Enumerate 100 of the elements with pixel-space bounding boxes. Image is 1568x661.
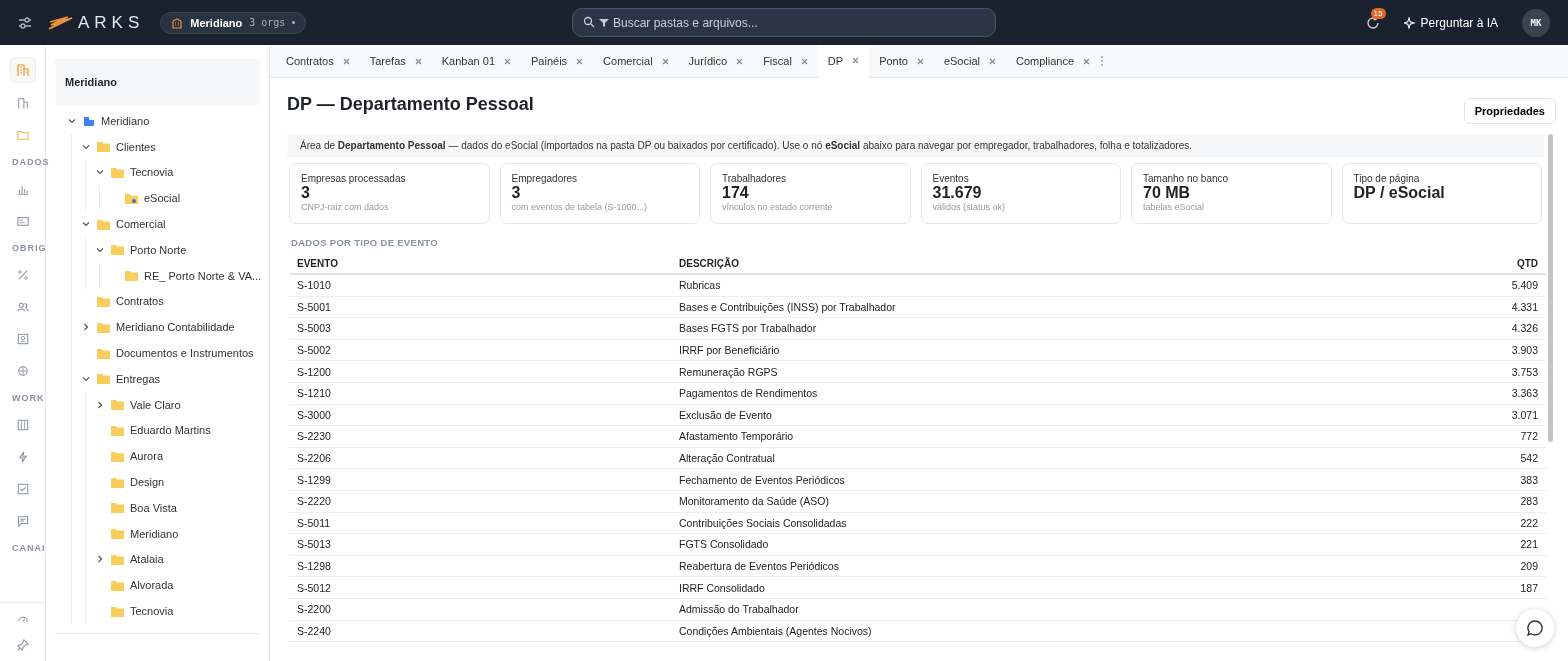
users-icon[interactable]: [16, 301, 29, 313]
tree-item[interactable]: Design: [130, 476, 165, 489]
chevron-icon[interactable]: [81, 322, 91, 333]
table-cell: S-5013: [297, 538, 331, 551]
stat-note: válidos (status ok): [932, 202, 1007, 212]
tree-item[interactable]: Alvorada: [130, 579, 174, 592]
table-cell: S-1210: [297, 387, 331, 400]
chat-button[interactable]: [1516, 609, 1554, 647]
network-icon[interactable]: [16, 365, 29, 377]
close-icon[interactable]: [342, 57, 350, 65]
tree-item[interactable]: Contratos: [116, 295, 164, 308]
table-cell: S-2230: [297, 430, 331, 443]
table-cell: S-1299: [297, 473, 331, 486]
tab[interactable]: Compliance: [1005, 45, 1101, 77]
tree-item[interactable]: Entregas: [116, 372, 161, 385]
tab[interactable]: Contratos: [276, 45, 360, 77]
tab[interactable]: Comercial: [593, 45, 679, 77]
org-switcher[interactable]: Meridiano 3 orgs: [160, 11, 307, 34]
close-icon[interactable]: [414, 57, 422, 65]
stat-label: Trabalhadores: [722, 173, 788, 184]
folder-icon[interactable]: [16, 129, 29, 141]
stat-note: tabelas eSocial: [1143, 202, 1206, 212]
tree-item[interactable]: Meridiano: [130, 527, 179, 540]
table-cell: S-5003: [297, 322, 331, 335]
tree-item[interactable]: Tecnovia: [130, 166, 174, 179]
tree-item[interactable]: Aurora: [130, 450, 164, 463]
stat-note: com eventos de tabela (S-1000...): [511, 202, 649, 212]
table-cell: Pagamentos de Rendimentos: [679, 387, 818, 400]
properties-button[interactable]: Propriedades: [1463, 98, 1556, 124]
tree-item[interactable]: Documentos e Instrumentos: [116, 347, 254, 360]
stat-value: 3: [511, 184, 522, 202]
tree-item[interactable]: Meridiano Contabilidade: [116, 321, 235, 334]
table-cell: Monitoramento da Saúde (ASO): [679, 495, 829, 508]
table-cell: Remuneração RGPS: [679, 365, 778, 378]
user-avatar[interactable]: MK: [1522, 8, 1550, 37]
folder-icon: [97, 373, 110, 385]
tree-item[interactable]: Atalaia: [130, 553, 164, 566]
close-icon[interactable]: [661, 57, 669, 65]
table-cell: S-2206: [297, 452, 331, 465]
building-icon[interactable]: [16, 97, 29, 109]
tree-item[interactable]: Eduardo Martins: [130, 424, 211, 437]
refresh-icon[interactable]: [1365, 15, 1380, 30]
tree-item[interactable]: Meridiano: [101, 114, 150, 127]
folder-icon: [111, 605, 124, 617]
table-cell: 3.071: [1511, 408, 1538, 421]
folder-icon: [111, 553, 124, 565]
stat-note: CNPJ-raiz com dados: [301, 202, 390, 212]
folder-icon: [125, 192, 138, 204]
tree-item[interactable]: Vale Claro: [130, 398, 181, 411]
tree-item[interactable]: Boa Vista: [130, 501, 177, 514]
chart-icon[interactable]: [16, 183, 29, 195]
close-icon[interactable]: [852, 57, 860, 64]
percent-icon[interactable]: [16, 269, 29, 281]
tree-item[interactable]: RE_ Porto Norte & VA...: [144, 269, 260, 282]
table-cell: 772: [1520, 430, 1538, 443]
search-icon: [583, 16, 595, 28]
tab[interactable]: DP: [817, 44, 870, 78]
message-icon[interactable]: [16, 515, 29, 527]
tab[interactable]: Kanban 01: [431, 45, 521, 77]
table-cell: Bases e Contribuições (INSS) por Trabalhador: [679, 300, 896, 313]
id-card-icon[interactable]: [16, 333, 29, 345]
table-cell: 542: [1520, 452, 1538, 465]
table-cell: S-2200: [297, 603, 331, 616]
close-icon[interactable]: [576, 57, 584, 65]
logo-icon: [48, 15, 74, 30]
tree-item[interactable]: Porto Norte: [130, 243, 187, 256]
tab[interactable]: Ponto: [869, 45, 934, 77]
close-icon[interactable]: [1083, 57, 1091, 65]
columns-icon[interactable]: [16, 419, 29, 431]
tree-item[interactable]: Comercial: [116, 218, 166, 231]
tree-item[interactable]: Clientes: [116, 140, 156, 153]
panel-title: Meridiano: [65, 76, 117, 88]
logo-text: ARKS: [78, 12, 145, 33]
filter-icon: [599, 18, 609, 28]
pin-icon[interactable]: [16, 639, 29, 651]
tab[interactable]: Painéis: [521, 45, 594, 77]
lightning-icon[interactable]: [16, 451, 29, 463]
chevron-icon[interactable]: [95, 399, 105, 410]
close-icon[interactable]: [504, 57, 511, 65]
folder-icon: [111, 244, 124, 256]
tree-item[interactable]: Tecnovia: [130, 605, 174, 618]
column-header: EVENTO: [297, 258, 338, 269]
tab[interactable]: Tarefas: [359, 45, 432, 77]
card-icon[interactable]: [16, 215, 29, 227]
close-icon[interactable]: [988, 57, 996, 65]
chevron-icon[interactable]: [95, 554, 105, 565]
close-icon[interactable]: [916, 57, 924, 65]
close-icon[interactable]: [736, 57, 744, 65]
checkbox-icon[interactable]: [16, 483, 29, 495]
tab[interactable]: eSocial: [933, 45, 1006, 77]
close-icon[interactable]: [800, 57, 808, 65]
more-icon[interactable]: [1100, 55, 1105, 67]
tab[interactable]: Jurídico: [678, 45, 754, 77]
table-cell: S-2240: [297, 624, 331, 637]
ask-ai-button[interactable]: Perguntar à IA: [1397, 14, 1504, 31]
tree-item[interactable]: eSocial: [144, 192, 181, 205]
search-field[interactable]: Buscar pastas e arquivos...: [572, 8, 996, 37]
tab[interactable]: Fiscal: [753, 45, 818, 77]
notification-badge: 15: [1370, 7, 1386, 19]
settings-icon[interactable]: [18, 16, 32, 29]
